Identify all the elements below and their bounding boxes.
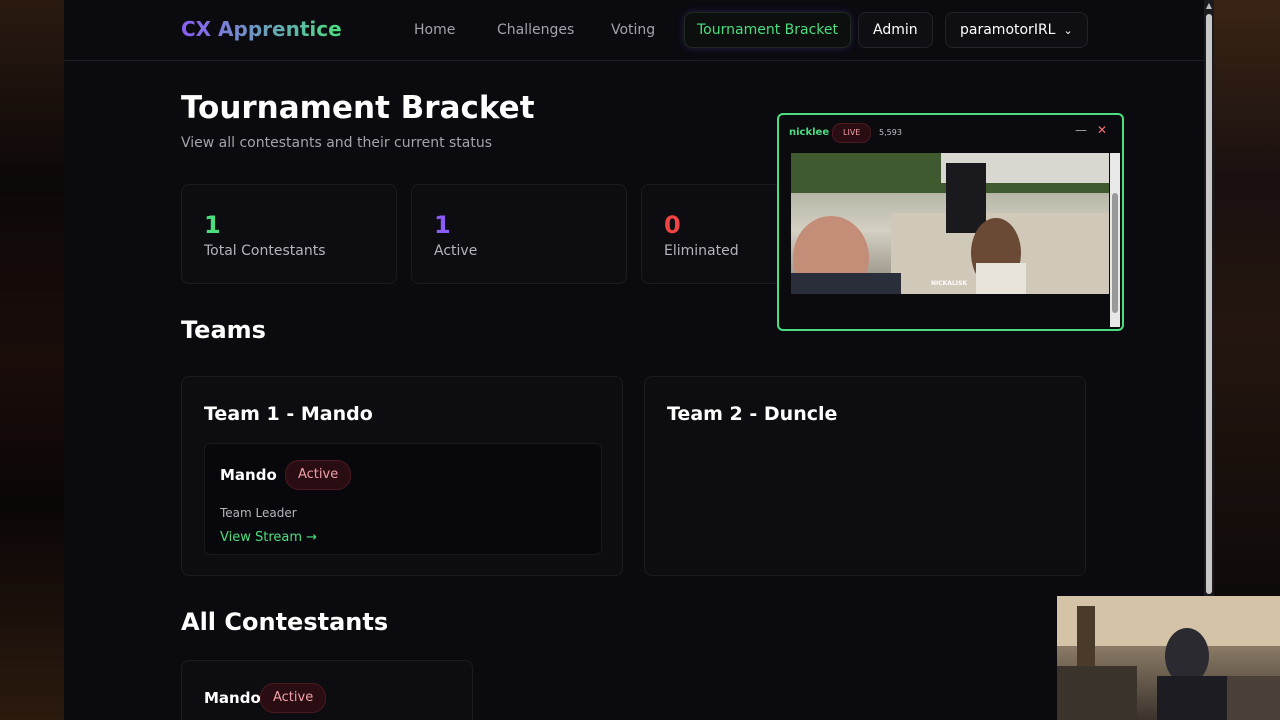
site-logo[interactable]: CX Apprentice [181, 17, 342, 41]
all-contestants-heading: All Contestants [181, 608, 389, 636]
browser-page: CX Apprentice Home Challenges Voting Tou… [64, 0, 1204, 720]
status-badge: Active [260, 683, 327, 713]
contestant-name: Mando [204, 689, 261, 707]
video-caption: NICKALISK [931, 280, 967, 287]
stat-active-label: Active [434, 243, 478, 259]
webcam-overlay [1057, 596, 1280, 720]
stat-card-total: 1 Total Contestants [181, 184, 397, 284]
scrollbar-thumb[interactable] [1206, 14, 1212, 594]
status-badge: Active [285, 460, 352, 490]
team-name: Team 1 - Mando [204, 403, 373, 425]
chevron-down-icon: ⌄ [1063, 24, 1073, 37]
member-name: Mando [220, 466, 277, 484]
team-name: Team 2 - Duncle [667, 403, 838, 425]
team-card-2: Team 2 - Duncle [644, 376, 1086, 576]
stat-eliminated-value: 0 [664, 211, 681, 239]
popup-scrollbar[interactable] [1110, 153, 1120, 327]
user-menu-button[interactable]: paramotorIRL ⌄ [945, 12, 1088, 48]
member-role: Team Leader [220, 506, 297, 520]
nav-link-tournament-bracket[interactable]: Tournament Bracket [684, 12, 851, 48]
close-icon[interactable]: ✕ [1097, 123, 1107, 137]
live-badge: LIVE [832, 123, 872, 143]
admin-button[interactable]: Admin [858, 12, 933, 48]
stat-card-active: 1 Active [411, 184, 627, 284]
stat-total-label: Total Contestants [204, 243, 326, 259]
page-title: Tournament Bracket [181, 90, 535, 126]
viewer-count: 5,593 [879, 128, 902, 137]
nav-link-voting[interactable]: Voting [611, 22, 655, 38]
stat-active-value: 1 [434, 211, 451, 239]
stream-background-left [0, 0, 64, 720]
page-subtitle: View all contestants and their current s… [181, 135, 493, 151]
stream-background-right [1214, 0, 1280, 600]
teams-heading: Teams [181, 316, 266, 344]
top-navigation: CX Apprentice Home Challenges Voting Tou… [64, 0, 1204, 61]
webcam-frame [1057, 596, 1280, 720]
stat-total-value: 1 [204, 211, 221, 239]
popup-channel-name[interactable]: nicklee [789, 127, 829, 138]
nav-link-home[interactable]: Home [414, 22, 455, 38]
team-card-1: Team 1 - Mando Mando Active Team Leader … [181, 376, 623, 576]
stream-popup: nicklee LIVE 5,593 — ✕ NICKALISK [777, 113, 1124, 331]
stream-video[interactable]: NICKALISK [791, 153, 1109, 294]
video-frame [791, 153, 1109, 294]
contestant-card: Mando Active [181, 660, 473, 720]
nav-link-challenges[interactable]: Challenges [497, 22, 574, 38]
minimize-icon[interactable]: — [1075, 123, 1087, 137]
stat-eliminated-label: Eliminated [664, 243, 739, 259]
username: paramotorIRL [960, 22, 1056, 38]
popup-scrollbar-thumb[interactable] [1112, 193, 1118, 313]
view-stream-link[interactable]: View Stream → [220, 530, 317, 545]
scroll-up-icon[interactable]: ▲ [1204, 0, 1214, 12]
team-member-card: Mando Active Team Leader View Stream → [204, 443, 602, 555]
page-scrollbar[interactable]: ▲ [1204, 0, 1214, 600]
